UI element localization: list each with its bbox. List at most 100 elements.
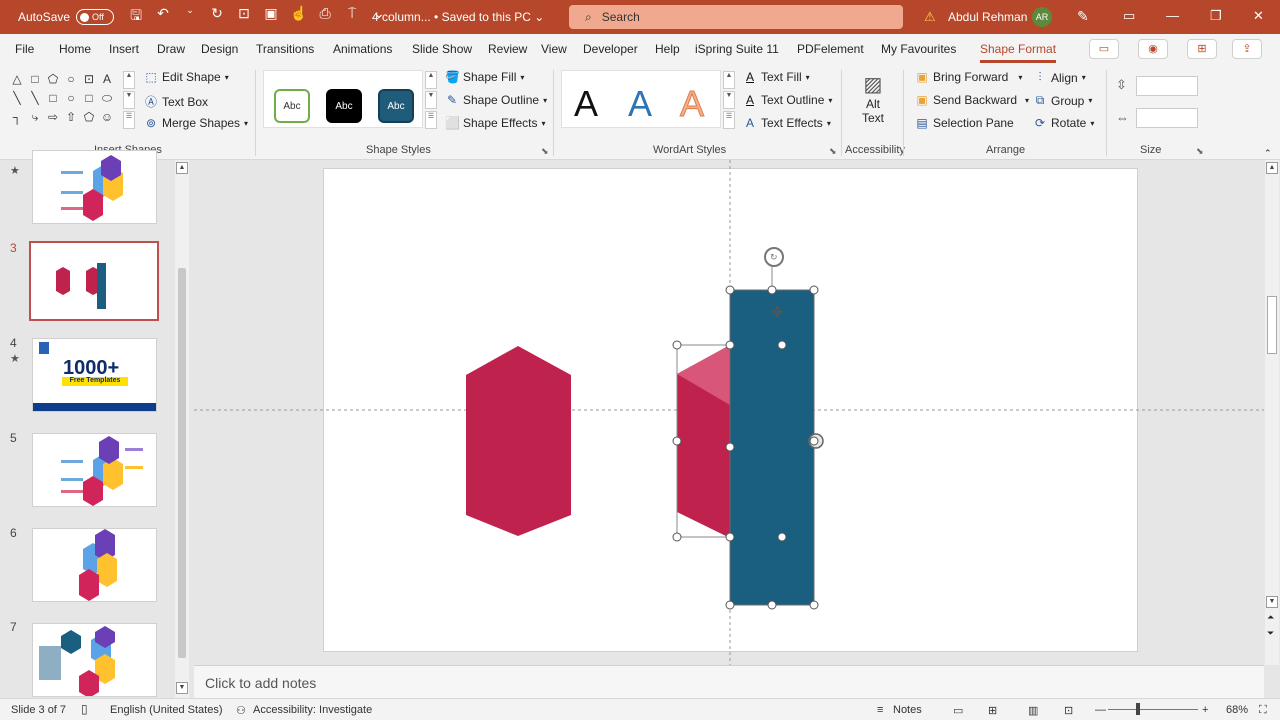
save-icon[interactable]: 🖫 [128,5,144,29]
shape-option-icon[interactable]: ╲ [8,91,26,110]
shape-style-2[interactable]: Abc [326,89,362,123]
zoom-level[interactable]: 68% [1226,704,1248,716]
shape-option-icon[interactable]: △ [8,72,26,91]
styles-up-icon[interactable]: ▲ [425,71,437,89]
tab-review[interactable]: Review [488,42,527,56]
normal-view-icon[interactable]: ▭ [953,704,963,717]
document-title[interactable]: 4 column... • Saved to this PC ⌄ [372,10,544,24]
shape-fill-button[interactable]: 🪣 Shape Fill ▾ [445,70,524,84]
redo-icon[interactable]: ↻ [209,5,225,29]
teams-share-button[interactable]: ⊞ [1187,39,1217,59]
slide-thumbnail-5[interactable] [32,433,157,507]
ribbon-display-icon[interactable]: ▭ [1123,8,1135,24]
tab-design[interactable]: Design [201,42,238,56]
accessibility-status[interactable]: Accessibility: Investigate [253,704,372,716]
styles-more-icon[interactable]: ☰ [425,111,437,129]
teal-rectangle-shape[interactable] [730,290,814,605]
wordart-style-3[interactable]: A [679,83,704,125]
tab-view[interactable]: View [541,42,567,56]
merge-shapes-button[interactable]: ⊚ Merge Shapes ▾ [144,116,248,130]
maximize-icon[interactable]: ❐ [1210,8,1222,24]
text-box-button[interactable]: Ⓐ Text Box [144,93,208,110]
avatar[interactable]: AR [1032,7,1052,27]
wordart-down-icon[interactable]: ▼ [723,91,735,109]
zoom-in-icon[interactable]: + [1202,704,1208,716]
scroll-up-icon[interactable]: ▲ [1266,162,1278,174]
tab-insert[interactable]: Insert [109,42,139,56]
shape-option-icon[interactable]: ⬭ [98,91,116,110]
tab-my-favourites[interactable]: My Favourites [881,42,956,56]
tab-slide-show[interactable]: Slide Show [412,42,472,56]
shape-option-icon[interactable]: ○ [62,91,80,110]
slide-thumbnail-3[interactable] [29,241,159,321]
shape-option-icon[interactable]: ☺ [98,110,116,129]
wordart-up-icon[interactable]: ▲ [723,71,735,89]
wordart-style-2[interactable]: A [628,83,652,125]
edit-shape-button[interactable]: ⬚ Edit Shape ▾ [144,70,228,84]
present-icon[interactable]: ⊡ [236,5,252,29]
gallery-more-icon[interactable]: ☰ [123,111,135,129]
shape-effects-button[interactable]: ⬜ Shape Effects ▾ [445,116,546,130]
shape-option-icon[interactable]: ⇨ [44,110,62,129]
slide-thumbnail-7[interactable] [32,623,157,697]
shape-option-icon[interactable]: A [98,72,116,91]
slide-sorter-icon[interactable]: ⊞ [988,704,997,717]
minimize-icon[interactable]: — [1166,8,1179,23]
close-icon[interactable]: ✕ [1253,8,1264,24]
autosave-toggle[interactable]: Off [76,9,115,25]
styles-down-icon[interactable]: ▼ [425,91,437,109]
shape-width-field[interactable] [1136,108,1198,128]
dialog-launcher-icon[interactable]: ⬊ [1196,146,1204,157]
hexagon-3d-shape[interactable] [677,345,730,538]
pen-icon[interactable]: ✎ [1077,8,1089,25]
scroll-down-icon[interactable]: ▼ [1266,596,1278,608]
undo-dropdown-icon[interactable]: ⌄ [182,5,198,29]
slideshow-icon[interactable]: ▣ [263,5,279,29]
previous-slide-icon[interactable]: ⏶ [1267,612,1274,623]
zoom-out-icon[interactable]: — [1095,704,1106,716]
record-button[interactable]: ◉ [1138,39,1168,59]
shape-option-icon[interactable]: ╲ [26,91,44,110]
scroll-up-icon[interactable]: ▲ [176,162,188,174]
zoom-slider-thumb[interactable] [1136,703,1140,715]
tab-developer[interactable]: Developer [583,42,638,56]
user-name[interactable]: Abdul Rehman [948,10,1027,24]
shape-option-icon[interactable]: ┐ [8,110,26,129]
tab-ispring[interactable]: iSpring Suite 11 [695,42,779,56]
dialog-launcher-icon[interactable]: ⬊ [541,146,549,157]
next-slide-icon[interactable]: ⏷ [1267,628,1274,639]
shape-option-icon[interactable]: ○ [62,72,80,91]
tab-animations[interactable]: Animations [333,42,392,56]
shape-option-icon[interactable]: ⊡ [80,72,98,91]
touch-mode-icon[interactable]: ☝ [290,5,307,29]
text-effects-button[interactable]: A Text Effects ▾ [743,116,831,130]
reading-view-icon[interactable]: ▥ [1028,704,1038,717]
gallery-down-icon[interactable]: ▼ [123,91,135,109]
tab-home[interactable]: Home [59,42,91,56]
tab-help[interactable]: Help [655,42,680,56]
canvas-scrollbar[interactable]: ▲ ▼ ⏶ ⏷ [1265,160,1279,665]
shape-option-icon[interactable]: ⇧ [62,110,80,129]
shape-option-icon[interactable]: ⬠ [80,110,98,129]
autosave-control[interactable]: AutoSave Off [18,9,115,25]
shape-option-icon[interactable]: □ [26,72,44,91]
text-fill-button[interactable]: A Text Fill ▾ [743,70,810,84]
tab-file[interactable]: File [15,42,34,56]
wordart-more-icon[interactable]: ☰ [723,111,735,129]
shape-outline-button[interactable]: ✎ Shape Outline ▾ [445,93,547,107]
gallery-up-icon[interactable]: ▲ [123,71,135,89]
slide-thumbnail-2[interactable] [32,150,157,224]
thumbnail-scrollbar[interactable]: ▲ ▼ [175,160,189,698]
alt-text-button[interactable]: ▨ Alt Text [856,72,890,125]
scrollbar-thumb[interactable] [1267,296,1277,354]
brush-icon[interactable]: ⍑ [344,5,360,29]
hexagon-shape[interactable] [466,346,571,536]
selection-pane-button[interactable]: ▤ Selection Pane [915,116,1013,130]
undo-icon[interactable]: ↶ [155,5,171,29]
slide-thumbnail-6[interactable] [32,528,157,602]
slide-thumbnail-4[interactable]: 1000+ Free Templates [32,338,157,412]
print-icon[interactable]: ⎙ [317,5,333,29]
scrollbar-thumb[interactable] [178,268,186,658]
shape-height-field[interactable] [1136,76,1198,96]
wordart-style-1[interactable]: A [574,83,598,125]
